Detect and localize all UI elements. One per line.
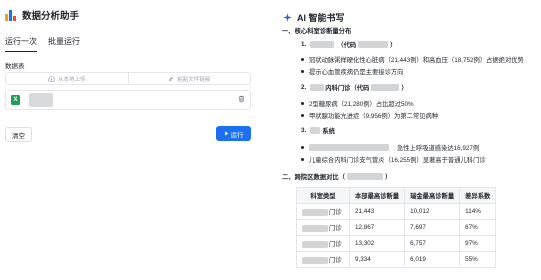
redacted-text [358,41,389,48]
delete-file-icon[interactable] [238,95,245,105]
table-header-row: 科室类型 本部最高诊断量 瑞金最高诊断量 差异系数 [296,187,497,204]
table-cell: 门诊 [296,235,350,252]
redacted-text [371,84,400,91]
item-number: 2. [301,84,307,91]
bullet-item: 儿童综合内科门诊支气管炎（16,255例）显著高于普通儿科门诊 [301,155,486,164]
code-label-end: ） [390,42,397,49]
column-header: 差异系数 [459,187,497,204]
bullet-item: 提示心血管疾病仍是主要接诊方向 [301,67,403,76]
sparkle-icon [283,13,292,22]
table-cell: 门诊 [296,203,350,220]
data-table-label: 数据表 [5,63,25,70]
bullet-item: 急性上呼吸道感染达16,927例 [301,143,479,152]
bar-chart-icon [5,9,16,21]
file-name-redacted [29,93,53,107]
item-number: 1. [301,41,307,48]
bullet-item: 2型糖尿病（21,280例）占比超过50% [301,99,414,108]
bullet-item: 甲状腺功能亢进症（9,956例）为第二常见病种 [301,111,438,120]
item-number: 3. [301,127,307,134]
bullet-text: 冠状动脉粥样硬化性心脏病（21,443例）和高血压（18,752例）占据绝对优势 [309,57,524,64]
item-name: 内科门诊 [325,85,351,92]
run-mode-tabs: 运行一次 批量运行 [5,36,80,52]
upload-local-label: 从本地上传 [57,76,86,83]
table-row: 门诊 12,867 7,697 67% [296,219,497,236]
bullet-item: 冠状动脉粥样硬化性心脏病（21,443例）和高血压（18,752例）占据绝对优势 [301,55,524,64]
bullet-text: 2型糖尿病（21,280例）占比超过50% [309,101,414,108]
redacted-text [310,84,325,91]
bullet-text: 提示心血管疾病仍是主要接诊方向 [309,69,404,76]
report-header: AI 智能书写 [283,11,345,24]
paste-link-label: 粘贴文件链接 [177,76,211,83]
table-cell: 门诊 [296,251,350,268]
upload-bar: 从本地上传 粘贴文件链接 [5,72,251,85]
section-heading-2: 二、跨院区数据对比（ ） [282,173,392,181]
table-cell: 12,867 [348,219,406,236]
cloud-upload-icon [48,75,55,82]
table-cell: 114% [459,203,497,220]
item-heading-2: 2. 内科门诊 （代码 ） [301,83,408,92]
app-header: 数据分析助手 [5,8,79,22]
run-button[interactable]: 运行 [216,126,251,141]
play-icon [224,131,228,136]
table-cell: 21,443 [348,203,406,220]
code-label: （代码 [337,42,357,49]
table-row: 门诊 21,443 10,012 114% [296,203,497,220]
table-row: 门诊 13,302 6,757 97% [296,235,497,252]
table-cell: 10,012 [404,203,461,220]
bullet-text: 儿童综合内科门诊支气管炎（16,255例）显著高于普通儿科门诊 [309,157,486,164]
column-header: 本部最高诊断量 [348,187,406,204]
table-cell: 55% [459,251,497,268]
table-cell: 9,334 [348,251,406,268]
table-cell: 97% [459,235,497,252]
item-name: 系统 [322,128,335,135]
upload-local-button[interactable]: 从本地上传 [6,73,128,84]
tab-batch-run[interactable]: 批量运行 [48,36,80,52]
table-cell: 6,757 [404,235,461,252]
uploaded-file: X [5,90,251,110]
section-heading-1: 一、核心科室诊断量分布 [282,28,352,35]
column-header: 科室类型 [296,187,350,204]
table-cell: 67% [459,219,497,236]
redacted-text [310,41,335,48]
table-cell: 6,019 [404,251,461,268]
clear-button[interactable]: 清空 [5,127,32,142]
redacted-text [346,173,383,180]
paste-link-button[interactable]: 粘贴文件链接 [127,73,251,84]
redacted-text [310,127,321,134]
run-button-label: 运行 [230,131,244,139]
bullet-text: 急性上呼吸道感染达16,927例 [397,145,480,152]
table-row: 门诊 9,334 6,019 55% [296,251,497,268]
excel-file-icon: X [11,95,20,105]
app-title: 数据分析助手 [22,11,80,22]
table-cell: 7,697 [404,219,461,236]
item-heading-3: 3. 系统 [301,126,335,135]
item-heading-1: 1. （代码 ） [301,40,396,49]
report-title: AI 智能书写 [297,13,345,23]
code-label: （代码 [350,85,370,92]
table-cell: 门诊 [296,219,350,236]
link-icon [169,76,174,81]
table-cell: 13,302 [348,235,406,252]
redacted-text [309,144,389,151]
column-header: 瑞金最高诊断量 [404,187,461,204]
comparison-table: 科室类型 本部最高诊断量 瑞金最高诊断量 差异系数 门诊 21,443 10,0… [296,187,497,268]
bullet-text: 甲状腺功能亢进症（9,956例）为第二常见病种 [309,113,439,120]
code-label-end: ） [401,85,408,92]
tab-run-once[interactable]: 运行一次 [5,36,37,52]
